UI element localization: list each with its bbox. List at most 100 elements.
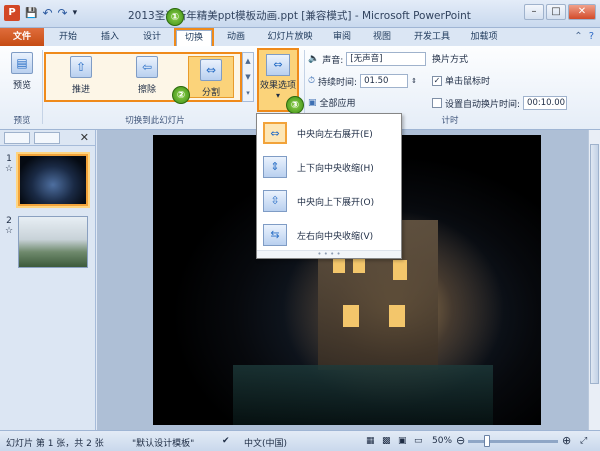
menu-resize-grip[interactable]: • • • • [257,250,401,258]
preview-button[interactable]: ▤ 预览 [6,52,38,91]
menu-item-label: 上下向中央收缩(H) [297,163,374,174]
tab-insert[interactable]: 插入 [94,30,126,46]
gallery-scrollbar[interactable]: ▲ ▼ ▾ [242,52,254,102]
pond-image [233,365,493,425]
scroll-up-icon[interactable]: ▲ [245,57,250,65]
title-bar: P 💾 ↶ ↷ ▾ 2013圣诞新年精美ppt模板动画.ppt [兼容模式] -… [0,0,600,28]
collapse-horizontal-icon: ⇆ [263,224,287,246]
auto-advance-input[interactable]: 00:10.00 [523,96,568,110]
help-icon[interactable]: ? [589,31,594,42]
close-pane-icon[interactable]: ✕ [80,131,89,144]
tab-review[interactable]: 审阅 [326,30,358,46]
callout-2-badge: ② [172,86,190,104]
transition-push-button[interactable]: ⇧ 推进 [60,56,102,95]
tab-transitions[interactable]: 切换 [174,28,214,48]
zoom-slider[interactable] [468,440,558,443]
zoom-slider-handle[interactable] [484,435,490,447]
menu-item-label: 左右向中央收缩(V) [297,231,374,242]
customize-qat-icon[interactable]: ▾ [73,8,78,18]
push-icon: ⇧ [70,56,92,78]
status-bar: 幻灯片 第 1 张，共 2 张 "默认设计模板" ✔ 中文(中国) ▦ ▩ ▣ … [0,430,600,451]
apply-all-button[interactable]: 全部应用 [320,96,356,109]
expand-horizontal-icon: ⇔ [263,122,287,144]
slide-number: 2 [6,216,12,226]
spell-check-icon[interactable]: ✔ [222,436,230,446]
slide-count-status: 幻灯片 第 1 张，共 2 张 [6,439,104,449]
outline-tab[interactable] [34,132,60,144]
tab-slide-show[interactable]: 幻灯片放映 [262,30,318,46]
minimize-ribbon-icon[interactable]: ⌃ [574,31,582,42]
zoom-level[interactable]: 50% [432,436,452,446]
slide-sorter-icon[interactable]: ▩ [382,436,391,446]
slideshow-icon[interactable]: ▭ [414,436,423,446]
auto-advance-checkbox[interactable] [432,98,442,108]
duration-spinner[interactable]: ⇕ [411,77,417,85]
menu-item-expand-horizontal[interactable]: ⇔ 中央向左右展开(E) [259,118,399,148]
preview-label: 预览 [12,81,31,91]
slide-1-image [16,152,90,208]
auto-advance-label: 设置自动换片时间: [445,99,521,110]
menu-item-label: 中央向上下展开(O) [297,197,375,208]
scroll-down-icon[interactable]: ▼ [245,73,250,81]
callout-3-badge: ③ [286,96,304,114]
on-click-label: 单击鼠标时 [445,77,491,87]
transitions-group-label: 切换到此幻灯片 [125,116,185,126]
tab-file[interactable]: 文件 [0,28,44,46]
zoom-out-icon[interactable]: ⊖ [456,434,465,447]
save-icon[interactable]: 💾 [25,8,37,19]
vertical-scrollbar[interactable] [588,130,600,430]
minimize-button[interactable]: – [524,4,544,20]
effect-options-label: 效果选项 [259,81,296,91]
tab-design[interactable]: 设计 [136,30,168,46]
tab-view[interactable]: 视图 [366,30,398,46]
sound-label: 声音: [322,55,344,66]
slide-number: 1 [6,154,12,164]
tab-home[interactable]: 开始 [52,30,84,46]
maximize-button[interactable]: □ [546,4,566,20]
slides-pane: ✕ 1 ☆ 2 ☆ [0,130,96,430]
transition-wipe-label: 擦除 [137,85,156,95]
reading-view-icon[interactable]: ▣ [398,436,407,446]
tab-add-ins[interactable]: 加载项 [464,30,504,46]
slide-thumbnail-1[interactable]: 1 ☆ [4,152,90,208]
callout-1-badge: ① [166,8,184,26]
powerpoint-logo-icon[interactable]: P [4,5,20,21]
effect-options-menu: ⇔ 中央向左右展开(E) ⇕ 上下向中央收缩(H) ⇳ 中央向上下展开(O) ⇆… [256,113,402,259]
split-icon: ⇔ [200,59,222,81]
sound-select[interactable]: [无声音] [346,52,427,66]
transition-star-icon: ☆ [4,164,14,174]
redo-icon[interactable]: ↷ [58,6,68,20]
undo-icon[interactable]: ↶ [42,6,52,20]
gallery-more-icon[interactable]: ▾ [246,89,250,97]
transition-split-button[interactable]: ⇔ 分割 [188,56,234,98]
close-button[interactable]: ✕ [568,4,596,20]
tab-developer[interactable]: 开发工具 [410,30,454,46]
duration-input[interactable]: 01.50 [360,74,409,88]
menu-item-collapse-vertical[interactable]: ⇕ 上下向中央收缩(H) [259,152,399,182]
language-status[interactable]: 中文(中国) [244,436,287,449]
menu-item-collapse-horizontal[interactable]: ⇆ 左右向中央收缩(V) [259,220,399,250]
slide-2-image [18,216,88,268]
normal-view-icon[interactable]: ▦ [366,436,375,446]
slide-thumbnail-2[interactable]: 2 ☆ [4,216,88,268]
duration-label: 持续时间: [318,77,358,88]
transition-split-label: 分割 [201,88,220,98]
transition-star-icon: ☆ [4,226,14,236]
transition-wipe-button[interactable]: ⇦ 擦除 [126,56,168,95]
quick-access-toolbar: P 💾 ↶ ↷ ▾ [4,5,77,21]
timing-group-label: 计时 [441,116,459,126]
tab-animations[interactable]: 动画 [220,30,252,46]
fit-to-window-icon[interactable]: ⤢ [580,436,587,446]
menu-item-expand-vertical[interactable]: ⇳ 中央向上下展开(O) [259,186,399,216]
collapse-vertical-icon: ⇕ [263,156,287,178]
wipe-icon: ⇦ [136,56,158,78]
advance-slide-title: 换片方式 [432,55,469,65]
slides-tab[interactable] [4,132,30,144]
on-click-checkbox[interactable]: ✓ [432,75,442,86]
sound-icon: 🔈 [308,54,320,64]
preview-group-label: 预览 [13,116,31,126]
preview-icon: ▤ [11,52,33,74]
zoom-in-icon[interactable]: ⊕ [562,434,571,447]
expand-vertical-icon: ⇳ [263,190,287,212]
clock-icon: ⏱ [308,76,316,86]
